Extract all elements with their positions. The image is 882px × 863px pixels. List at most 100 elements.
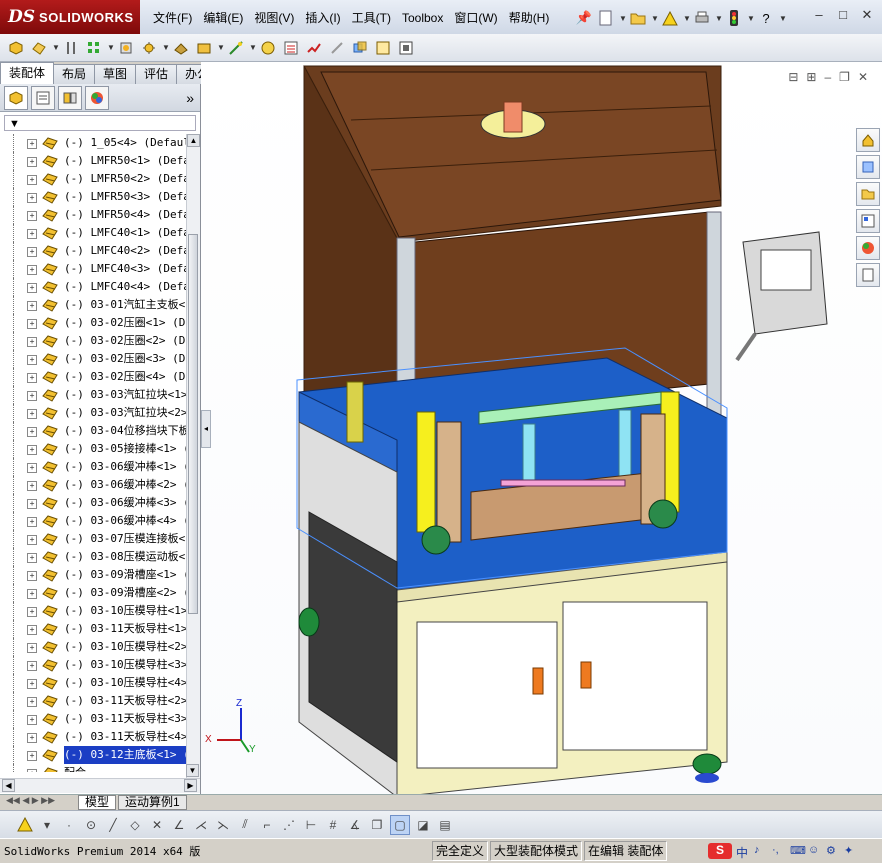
expand-icon[interactable]: + — [27, 733, 37, 743]
chevron-down-icon[interactable]: ▼ — [107, 43, 115, 52]
expand-icon[interactable]: + — [27, 445, 37, 455]
help-icon[interactable]: ? — [757, 9, 775, 27]
linear-pattern-icon[interactable] — [84, 38, 104, 58]
expand-icon[interactable]: + — [27, 427, 37, 437]
tree-item[interactable]: + (-) LMFR50<3> (Defau — [0, 188, 186, 206]
user-icon[interactable]: ☺ — [808, 844, 819, 856]
exploded-view-icon[interactable] — [304, 38, 324, 58]
expand-icon[interactable]: + — [27, 157, 37, 167]
chevron-down-icon[interactable]: ▼ — [162, 43, 170, 52]
grid-icon[interactable]: # — [324, 816, 342, 834]
menu-window[interactable]: 窗口(W) — [451, 9, 505, 27]
expand-icon[interactable]: + — [27, 139, 37, 149]
clearance-verification-icon[interactable] — [373, 38, 393, 58]
tree-item[interactable]: + (-) 03-10压模导柱<2> — [0, 638, 186, 656]
shaded-view-icon[interactable]: ▢ — [390, 814, 410, 835]
expand-icon[interactable]: + — [27, 175, 37, 185]
new-part-icon[interactable] — [29, 38, 49, 58]
reference-geometry-icon[interactable] — [226, 38, 246, 58]
tree-item[interactable]: + (-) LMFC40<3> (Defau — [0, 260, 186, 278]
tree-horizontal-scrollbar[interactable]: ◀ ▶ — [0, 778, 200, 793]
tree-item[interactable]: + (-) 03-03汽缸拉块<1> — [0, 386, 186, 404]
tree-item[interactable]: + (-) 03-06缓冲棒<4> ( — [0, 512, 186, 530]
expand-icon[interactable]: + — [27, 265, 37, 275]
tree-item[interactable]: + (-) 03-08压模运动板< — [0, 548, 186, 566]
settings-icon[interactable]: ⚙ — [826, 844, 836, 857]
tab-model[interactable]: 模型 — [78, 795, 117, 810]
tree-item[interactable]: + (-) 03-02压圈<4> (De — [0, 368, 186, 386]
expand-icon[interactable]: + — [27, 229, 37, 239]
corner-icon[interactable]: ⌐ — [258, 816, 276, 834]
expand-icon[interactable]: + — [27, 301, 37, 311]
tree-item[interactable]: + (-) 03-10压模导柱<4> — [0, 674, 186, 692]
slot-icon[interactable]: ⫽ — [236, 816, 254, 834]
tree-item[interactable]: + (-) LMFC40<1> (Defau — [0, 224, 186, 242]
tree-item[interactable]: + (-) LMFC40<4> (Defau — [0, 278, 186, 296]
tree-item[interactable]: + (-) 03-09滑槽座<2> ( — [0, 584, 186, 602]
polygon-icon[interactable]: ◇ — [126, 816, 144, 834]
pin-icon[interactable]: 📌 — [575, 9, 593, 27]
tab-layout[interactable]: 布局 — [53, 64, 96, 84]
menu-tools[interactable]: 工具(T) — [349, 9, 399, 27]
view-palette-icon[interactable] — [856, 209, 880, 233]
expand-icon[interactable]: + — [27, 463, 37, 473]
skin-icon[interactable]: ✦ — [844, 844, 853, 857]
tab-evaluate[interactable]: 评估 — [135, 64, 178, 84]
trim-icon[interactable]: ✕ — [148, 816, 166, 834]
more-tabs-icon[interactable]: » — [186, 90, 194, 106]
assembly-features-icon[interactable] — [194, 38, 214, 58]
scroll-down-button[interactable]: ▼ — [186, 764, 199, 777]
chevron-down-icon[interactable]: ▼ — [52, 43, 60, 52]
interference-detection-icon[interactable] — [350, 38, 370, 58]
scroll-left-icon[interactable]: ◀ — [2, 779, 15, 792]
menu-view[interactable]: 视图(V) — [251, 9, 302, 27]
menu-help[interactable]: 帮助(H) — [506, 9, 558, 27]
tree-item[interactable]: + (-) LMFC40<2> (Defau — [0, 242, 186, 260]
expand-icon[interactable]: + — [27, 589, 37, 599]
expand-icon[interactable]: + — [27, 535, 37, 545]
expand-icon[interactable]: + — [27, 715, 37, 725]
tree-item[interactable]: + (-) 03-06缓冲棒<3> ( — [0, 494, 186, 512]
smart-fastener-icon[interactable] — [116, 38, 136, 58]
expand-icon[interactable]: + — [27, 571, 37, 581]
tree-item[interactable]: + (-) 03-02压圈<3> (De — [0, 350, 186, 368]
rebuild-warning-icon[interactable] — [16, 816, 34, 834]
panel-collapse-handle[interactable]: ◂ — [201, 410, 211, 448]
expand-icon[interactable]: + — [27, 337, 37, 347]
solidworks-logo[interactable]: DS SOLIDWORKS — [0, 0, 140, 34]
expand-icon[interactable]: + — [27, 481, 37, 491]
expand-icon[interactable]: + — [27, 355, 37, 365]
expand-icon[interactable]: + — [27, 769, 37, 772]
solidworks-resources-icon[interactable] — [856, 128, 880, 152]
move-component-icon[interactable] — [139, 38, 159, 58]
menu-file[interactable]: 文件(F) — [150, 9, 200, 27]
expand-icon[interactable]: + — [27, 625, 37, 635]
tab-motion-study[interactable]: 运动算例1 — [118, 795, 187, 810]
tree-item[interactable]: + (-) 03-02压圈<2> (De — [0, 332, 186, 350]
explode-line-sketch-icon[interactable] — [327, 38, 347, 58]
tree-item[interactable]: + (-) 03-07压模连接板< — [0, 530, 186, 548]
bill-of-materials-icon[interactable] — [281, 38, 301, 58]
print-icon[interactable] — [693, 9, 711, 27]
chevron-down-icon[interactable]: ▼ — [683, 14, 691, 23]
tree-item[interactable]: + (-) LMFR50<1> (Defau — [0, 152, 186, 170]
cad-model[interactable] — [201, 62, 882, 794]
chevron-down-icon[interactable]: ▼ — [715, 14, 723, 23]
display-manager-tab-icon[interactable] — [85, 85, 109, 110]
tree-item[interactable]: + (-) LMFR50<2> (Defau — [0, 170, 186, 188]
expand-icon[interactable]: + — [27, 391, 37, 401]
offset-icon[interactable]: ⋋ — [214, 816, 232, 834]
ime-language-icon[interactable]: 中 — [736, 844, 748, 861]
tab-sketch[interactable]: 草图 — [94, 64, 137, 84]
tree-item[interactable]: + (-) 03-06缓冲棒<2> ( — [0, 476, 186, 494]
ime-icon[interactable]: S — [708, 843, 732, 859]
menu-edit[interactable]: 编辑(E) — [200, 9, 251, 27]
tree-item[interactable]: + (-) 03-01汽缸主支板< — [0, 296, 186, 314]
tree-filter[interactable]: ▼ — [4, 115, 196, 131]
expand-icon[interactable]: + — [27, 517, 37, 527]
tree-item[interactable]: + (-) 03-09滑槽座<1> ( — [0, 566, 186, 584]
tree-item[interactable]: + (-) 03-04位移挡块下板 — [0, 422, 186, 440]
design-library-icon[interactable] — [856, 155, 880, 179]
expand-icon[interactable]: + — [27, 193, 37, 203]
expand-icon[interactable]: + — [27, 211, 37, 221]
